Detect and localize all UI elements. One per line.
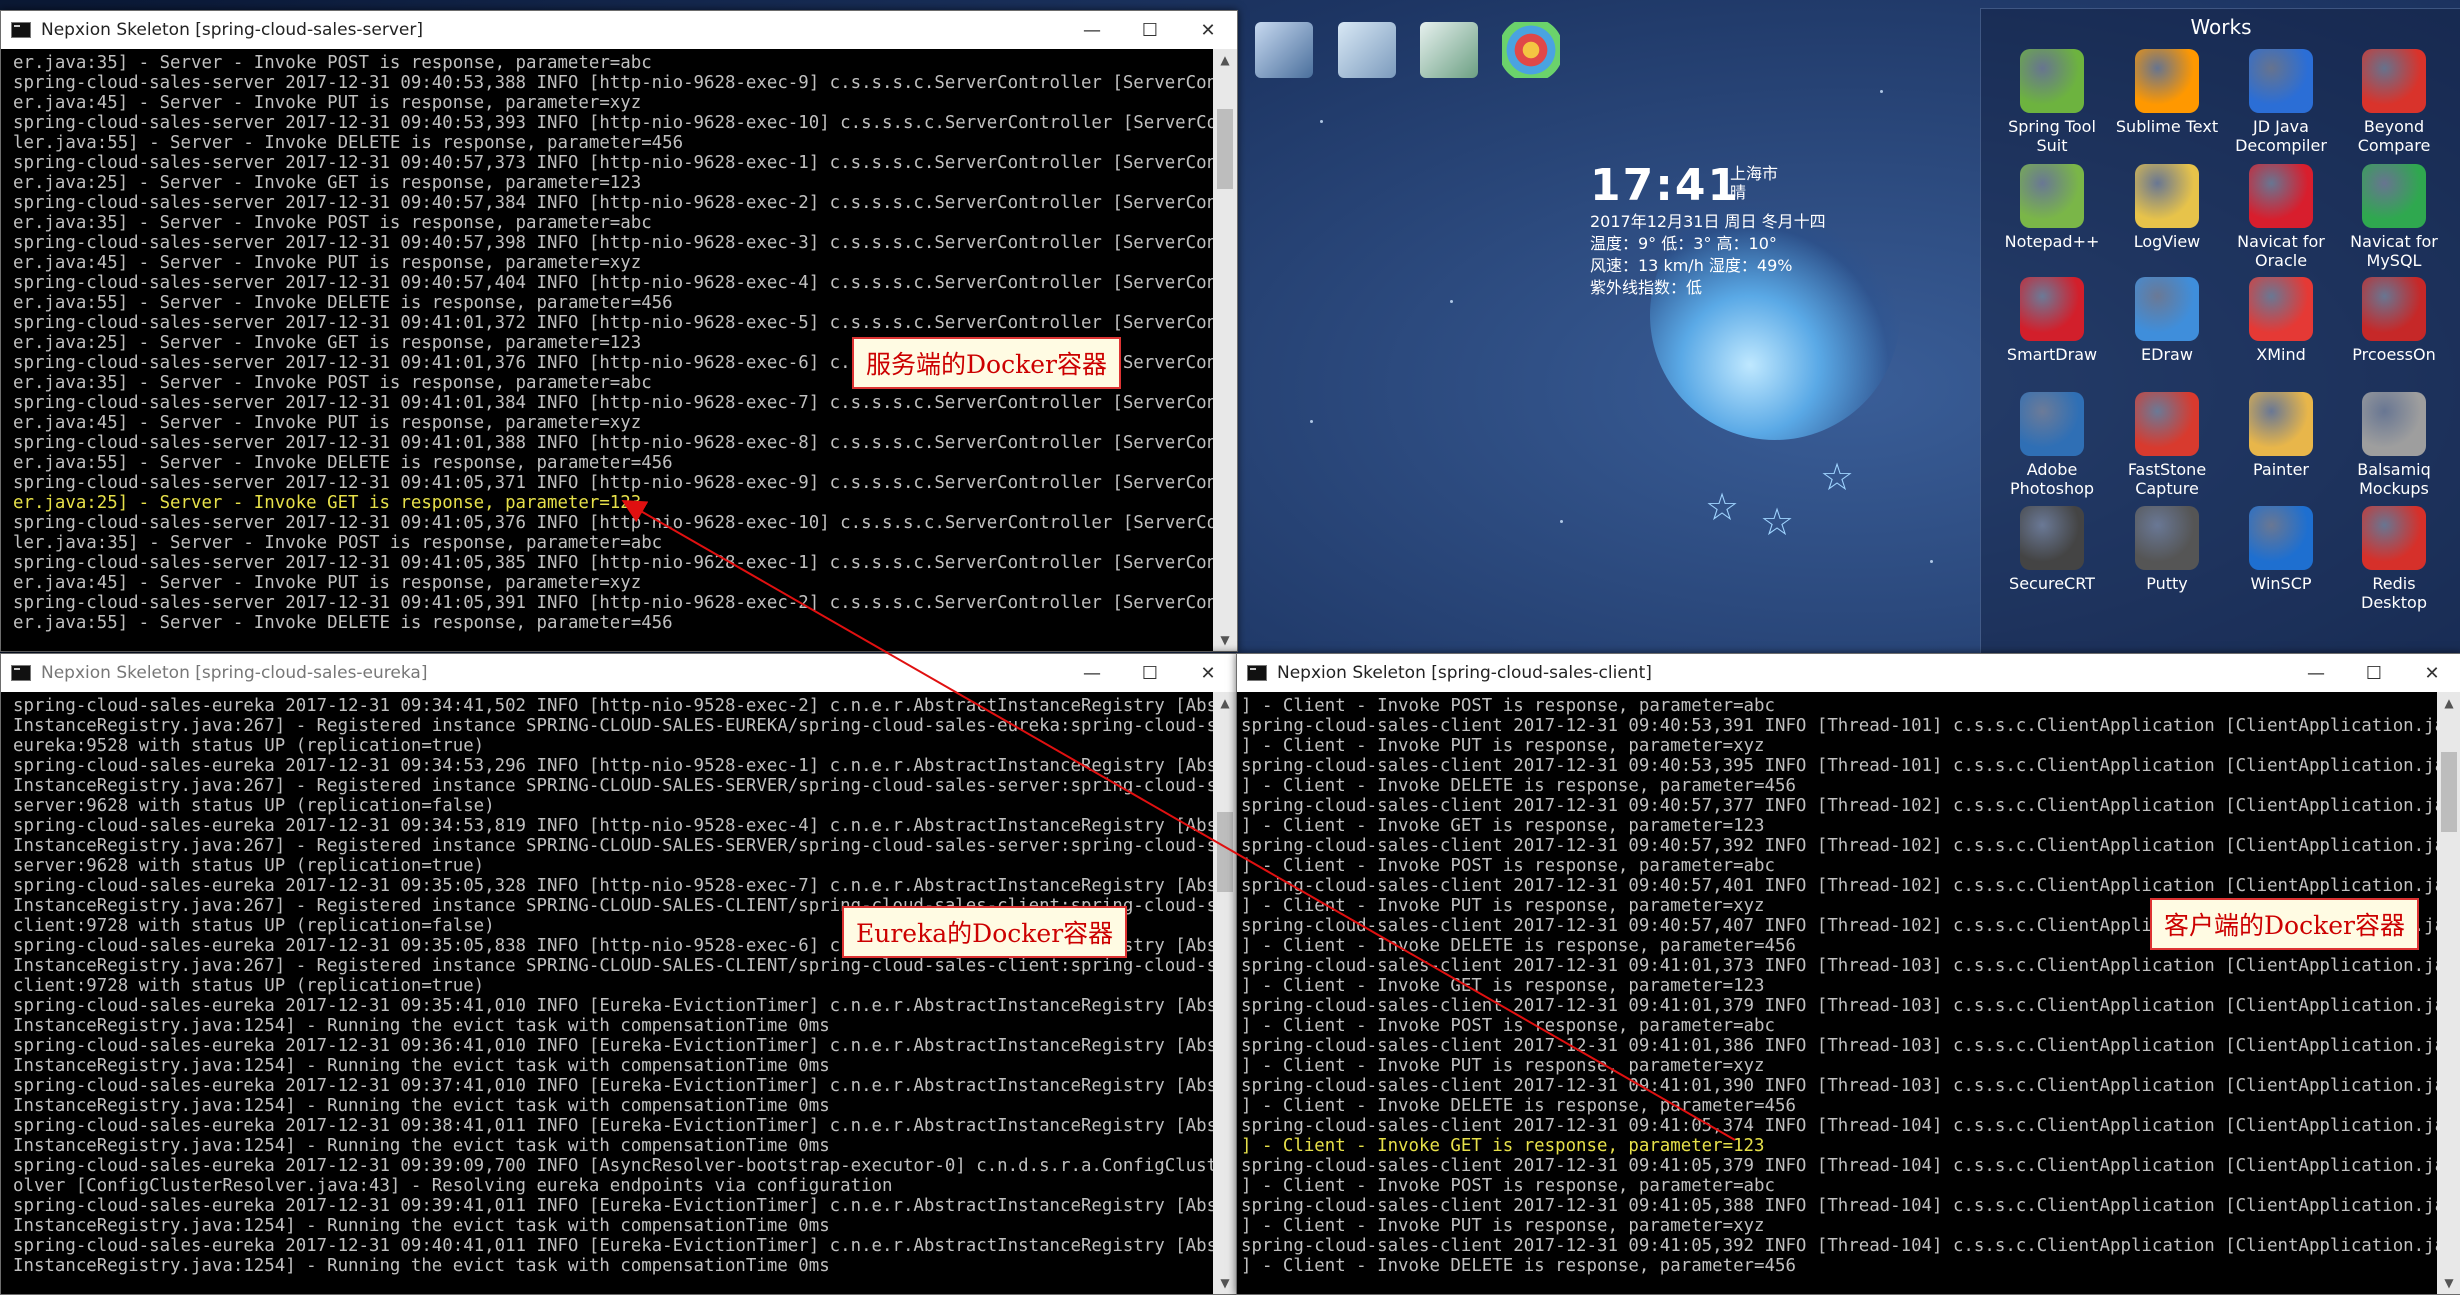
client-container-label: 客户端的Docker容器 bbox=[2150, 898, 2419, 950]
server-container-label: 服务端的Docker容器 bbox=[852, 337, 1121, 389]
annotation-arrow bbox=[621, 500, 1736, 1141]
arrow-line bbox=[621, 500, 1736, 1141]
eureka-container-label: Eureka的Docker容器 bbox=[842, 906, 1128, 958]
